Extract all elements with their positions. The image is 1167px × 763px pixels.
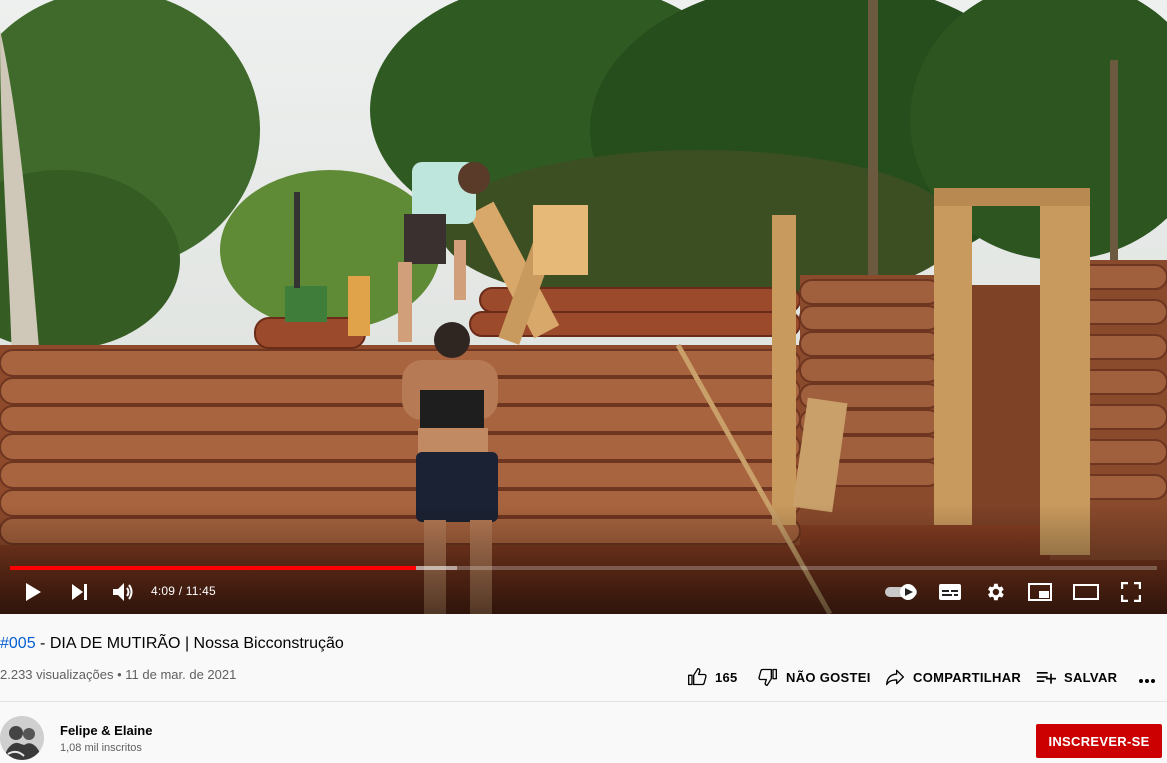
miniplayer-button[interactable] — [1026, 578, 1054, 606]
channel-avatar[interactable] — [0, 716, 44, 760]
current-time: 4:09 — [151, 584, 176, 598]
hashtag-link[interactable]: #005 — [0, 635, 36, 652]
avatar-image — [0, 716, 44, 760]
subscriber-count: 1,08 mil inscritos — [60, 742, 142, 754]
autoplay-toggle-icon — [885, 584, 917, 600]
dislike-label: NÃO GOSTEI — [786, 669, 871, 685]
video-title-text: - DIA DE MUTIRÃO | Nossa Bicconstrução — [35, 635, 344, 652]
mute-button[interactable] — [110, 578, 136, 606]
play-icon — [26, 583, 41, 601]
miniplayer-icon — [1028, 583, 1052, 601]
more-horizontal-icon — [1139, 679, 1155, 683]
section-divider — [0, 701, 1167, 702]
time-separator: / — [175, 584, 186, 598]
play-button[interactable] — [20, 578, 46, 606]
like-button[interactable]: 165 — [687, 666, 738, 688]
video-title: #005 - DIA DE MUTIRÃO | Nossa Bicconstru… — [0, 635, 344, 653]
subscribe-button[interactable]: INSCREVER-SE — [1036, 724, 1162, 758]
progress-played — [10, 566, 417, 570]
share-icon — [886, 669, 904, 686]
upload-date: 11 de mar. de 2021 — [125, 667, 237, 682]
thumbs-up-icon — [688, 668, 707, 686]
more-actions-button[interactable] — [1138, 666, 1156, 688]
gear-icon — [988, 583, 1004, 601]
settings-button[interactable] — [982, 578, 1008, 606]
dislike-button[interactable]: NÃO GOSTEI — [758, 666, 871, 688]
fullscreen-icon — [1121, 582, 1141, 602]
theater-mode-icon — [1073, 584, 1099, 600]
thumbs-down-icon — [758, 668, 777, 686]
autoplay-toggle[interactable] — [884, 578, 920, 606]
fullscreen-button[interactable] — [1118, 578, 1144, 606]
progress-bar[interactable] — [10, 566, 1157, 570]
like-count: 165 — [715, 669, 738, 685]
volume-icon — [113, 583, 133, 601]
theater-mode-button[interactable] — [1072, 578, 1100, 606]
save-button[interactable]: SALVAR — [1036, 666, 1117, 688]
skip-next-icon — [72, 584, 87, 600]
view-count: 2.233 visualizações — [0, 667, 114, 682]
time-display: 4:09 / 11:45 — [151, 584, 216, 598]
video-meta: 2.233 visualizações • 11 de mar. de 2021 — [0, 667, 236, 682]
share-button[interactable]: COMPARTILHAR — [885, 666, 1021, 688]
subtitles-icon — [939, 584, 961, 600]
playlist-add-icon — [1036, 672, 1056, 684]
save-label: SALVAR — [1064, 669, 1118, 685]
video-player[interactable]: 4:09 / 11:45 — [0, 0, 1167, 614]
channel-name[interactable]: Felipe & Elaine — [60, 723, 152, 738]
duration: 11:45 — [185, 584, 216, 598]
next-button[interactable] — [66, 578, 92, 606]
share-label: COMPARTILHAR — [913, 669, 1022, 685]
subtitles-button[interactable] — [936, 578, 964, 606]
